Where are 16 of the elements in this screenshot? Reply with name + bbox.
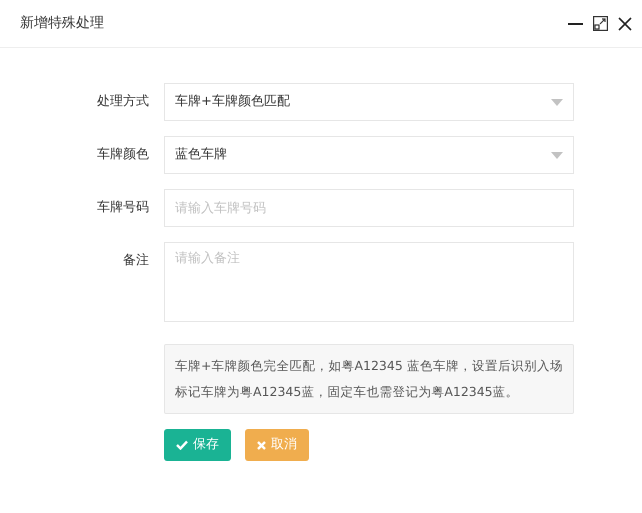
select-field[interactable]: 蓝色车牌 xyxy=(164,136,574,174)
caret-icon xyxy=(551,152,563,158)
caret-icon xyxy=(551,98,563,106)
select-field[interactable]: 车牌+车牌颜色匹配 xyxy=(164,83,574,121)
close-icon[interactable] xyxy=(618,16,632,30)
field-label: 车牌号码 xyxy=(96,199,150,217)
textarea-field[interactable]: 请输入备注 xyxy=(164,242,574,322)
maximize-icon[interactable] xyxy=(593,16,608,31)
close-icon xyxy=(257,440,266,450)
field-label: 车牌颜色 xyxy=(96,146,150,164)
check-icon xyxy=(176,440,188,450)
input-field[interactable]: 请输入车牌号码 xyxy=(164,189,574,227)
note-text: 车牌+车牌颜色完全匹配，如粤A12345 蓝色车牌，设置后识别入场标记车牌为粤A12345蓝，固定车也需登记为粤A12345蓝。 xyxy=(175,357,563,401)
field-label: 备注 xyxy=(122,252,150,270)
field-label: 处理方式 xyxy=(96,93,150,111)
window-title: 新增特殊处理 xyxy=(20,14,104,33)
